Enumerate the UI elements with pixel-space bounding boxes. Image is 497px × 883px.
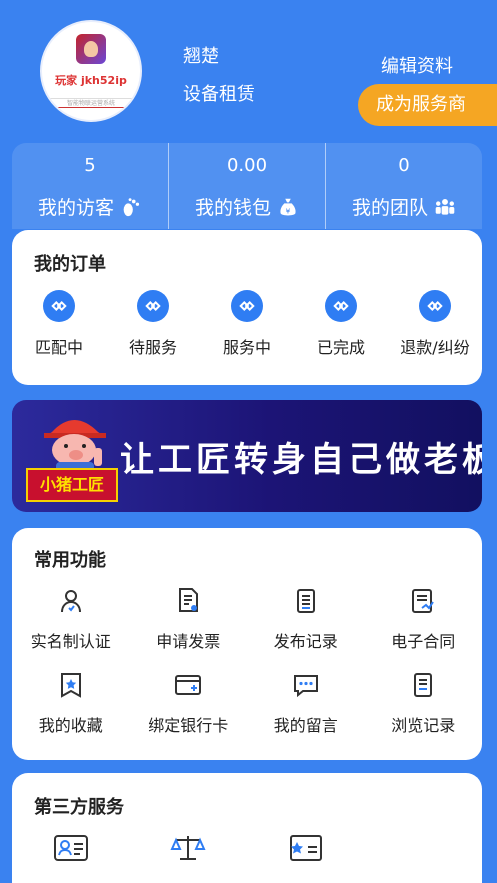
orders-card: 我的订单 匹配中 待服务 服务中 已完成 退款/纠纷 [12,230,482,385]
order-status-icon [137,290,169,322]
order-completed[interactable]: 已完成 [294,290,388,358]
profile-header: 玩家 jkh52ip 智能物联运营系统 翘楚 设备租赁 编辑资料 成为服务商 [0,0,497,140]
third-party-card: 第三方服务 [12,773,482,883]
promo-banner[interactable]: 小猪工匠 让工匠转身自己做老板 [12,400,482,512]
bank-card-icon [173,670,203,700]
scales-icon [170,833,206,863]
order-label: 退款/纠纷 [400,338,470,357]
function-label: 绑定银行卡 [148,716,229,735]
third-party-id-service[interactable] [12,833,130,863]
money-bag-icon: ¥ [280,198,296,215]
function-publish-records[interactable]: 发布记录 [247,586,365,652]
stat-label: 我的团队 [351,197,428,219]
stat-visitors[interactable]: 5 我的访客 [12,143,168,229]
order-label: 待服务 [128,338,177,357]
order-matching[interactable]: 匹配中 [12,290,106,358]
third-party-certificate-service[interactable] [247,833,365,863]
order-refund[interactable]: 退款/纠纷 [388,290,482,358]
order-pending[interactable]: 待服务 [106,290,200,358]
stat-value: 0.00 [226,155,268,176]
function-e-contract[interactable]: 电子合同 [365,586,483,652]
avatar-subtext: 智能物联运营系统 [46,98,136,108]
order-label: 已完成 [316,338,365,357]
order-status-icon [419,290,451,322]
brand-logo: 小猪工匠 [26,468,118,502]
function-messages[interactable]: 我的留言 [247,670,365,736]
contract-icon [408,586,438,616]
stat-value: 5 [84,155,96,176]
stat-label: 我的钱包 [194,197,271,219]
order-status-icon [43,290,75,322]
function-label: 我的收藏 [38,716,103,735]
function-browse-history[interactable]: 浏览记录 [365,670,483,736]
avatar[interactable]: 玩家 jkh52ip 智能物联运营系统 [40,20,142,122]
certificate-icon [288,833,324,863]
function-label: 申请发票 [156,632,221,651]
stat-team[interactable]: 0 我的团队 [325,143,482,229]
third-party-title: 第三方服务 [34,797,124,818]
become-provider-button[interactable]: 成为服务商 [358,84,497,126]
function-label: 实名制认证 [30,632,111,651]
user-verify-icon [56,586,86,616]
function-invoice[interactable]: 申请发票 [130,586,248,652]
function-real-name[interactable]: 实名制认证 [12,586,130,652]
stat-value: 0 [398,155,410,176]
function-label: 发布记录 [273,632,338,651]
order-label: 服务中 [222,338,271,357]
user-name: 翘楚 [183,46,219,67]
footprint-icon [123,197,140,216]
order-status-icon [231,290,263,322]
avatar-text: 玩家 jkh52ip [55,74,127,87]
common-functions-card: 常用功能 实名制认证 申请发票 发布记录 电子合同 我的收藏 绑定银行卡 我的留… [12,528,482,760]
user-role: 设备租赁 [183,84,255,105]
svg-text:¥: ¥ [286,206,291,215]
function-label: 浏览记录 [391,716,456,735]
star-bookmark-icon [56,670,86,700]
message-icon [291,670,321,700]
functions-title: 常用功能 [34,550,106,571]
document-icon [291,586,321,616]
function-bind-bank-card[interactable]: 绑定银行卡 [130,670,248,736]
id-card-icon [53,833,89,863]
history-icon [408,670,438,700]
banner-slogan: 让工匠转身自己做老板 [120,440,482,480]
stat-label: 我的访客 [37,197,114,219]
team-icon [435,198,455,215]
third-party-legal-service[interactable] [130,833,248,863]
order-status-icon [325,290,357,322]
function-label: 我的留言 [273,716,338,735]
stat-wallet[interactable]: 0.00 我的钱包 ¥ [168,143,325,229]
invoice-icon [173,586,203,616]
function-label: 电子合同 [391,632,456,651]
function-favorites[interactable]: 我的收藏 [12,670,130,736]
order-in-service[interactable]: 服务中 [200,290,294,358]
order-label: 匹配中 [34,338,83,357]
edit-profile-link[interactable]: 编辑资料 [381,52,453,78]
stats-bar: 5 我的访客 0.00 我的钱包 ¥ 0 我的团队 [12,143,482,229]
orders-title: 我的订单 [34,254,106,275]
avatar-image [76,34,106,64]
